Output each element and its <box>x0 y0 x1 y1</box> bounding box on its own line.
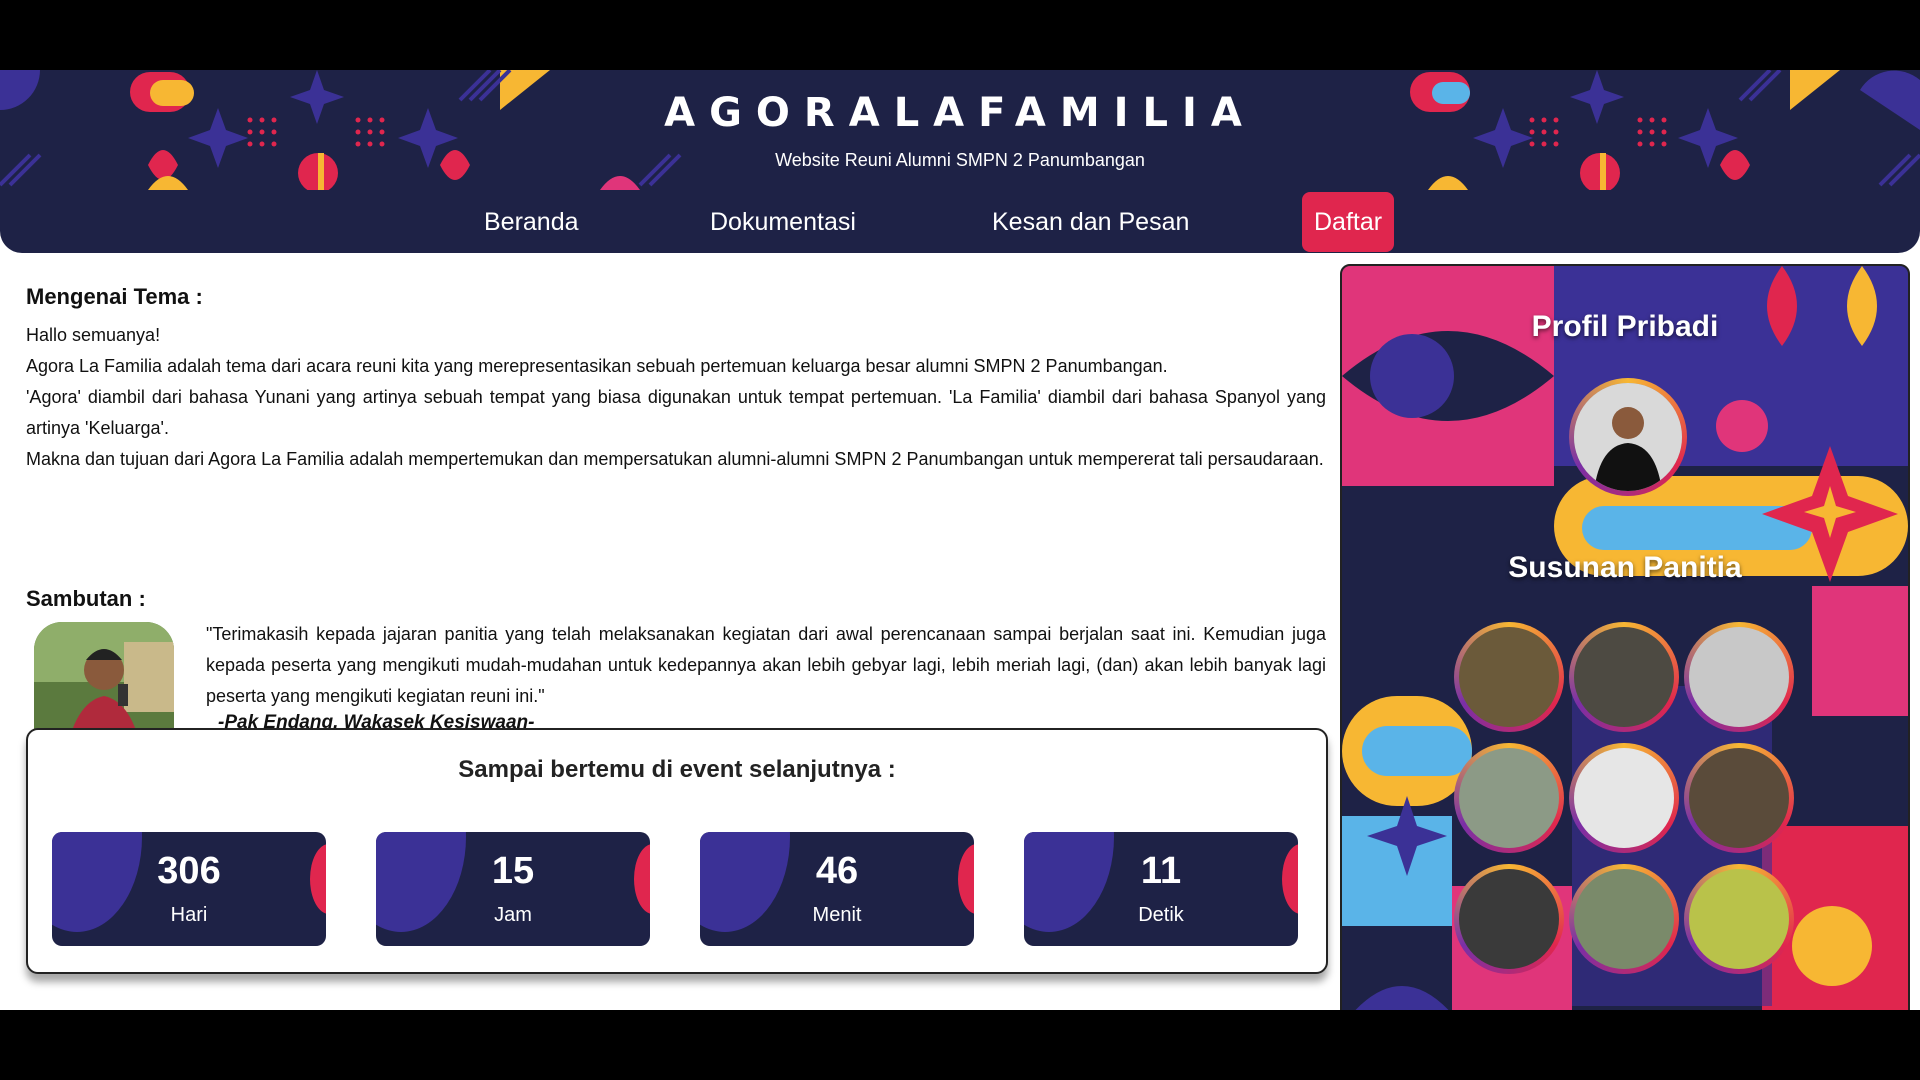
sambutan-quote: "Terimakasih kepada jajaran panitia yang… <box>206 624 1326 706</box>
sambutan-heading: Sambutan : <box>26 586 146 611</box>
countdown-days-value: 306 <box>157 850 221 892</box>
tema-heading: Mengenai Tema : <box>26 284 203 309</box>
nav-kesan-dan-pesan[interactable]: Kesan dan Pesan <box>980 202 1201 242</box>
countdown-hours: 15 Jam <box>376 832 650 946</box>
countdown-hours-label: Jam <box>494 904 532 926</box>
profile-avatar[interactable] <box>1569 378 1687 496</box>
site-header: AGORALAFAMILIA Website Reuni Alumni SMPN… <box>0 70 1920 190</box>
committee-avatar[interactable] <box>1569 622 1679 732</box>
committee-avatar[interactable] <box>1454 622 1564 732</box>
countdown-title: Sampai bertemu di event selanjutnya : <box>458 756 896 783</box>
countdown-minutes-value: 46 <box>815 850 859 892</box>
susunan-panitia-title: Susunan Panitia <box>1508 551 1742 584</box>
countdown-seconds-value: 11 <box>1140 850 1182 892</box>
page: AGORALAFAMILIA Website Reuni Alumni SMPN… <box>0 70 1920 1010</box>
tema-line: Hallo semuanya! <box>26 325 161 345</box>
site-brand: AGORALAFAMILIA <box>664 90 1256 136</box>
countdown-seconds: 11 Detik <box>1024 832 1298 946</box>
committee-avatar[interactable] <box>1569 864 1679 974</box>
committee-avatar[interactable] <box>1569 743 1679 853</box>
profile-panel: Profil Pribadi Susunan Panitia <box>1340 264 1910 1010</box>
countdown-card: Sampai bertemu di event selanjutnya : 30… <box>26 728 1328 974</box>
countdown-seconds-label: Detik <box>1138 904 1184 926</box>
profile-photo <box>1574 383 1682 491</box>
tema-line: Agora La Familia adalah tema dari acara … <box>26 356 1168 376</box>
tema-line: 'Agora' diambil dari bahasa Yunani yang … <box>26 387 1326 438</box>
countdown-minutes-label: Menit <box>812 904 862 926</box>
nav-daftar-button[interactable]: Daftar <box>1302 192 1395 252</box>
committee-avatar[interactable] <box>1684 743 1794 853</box>
committee-avatar[interactable] <box>1684 622 1794 732</box>
committee-avatar[interactable] <box>1454 864 1564 974</box>
committee-avatar[interactable] <box>1684 864 1794 974</box>
tema-line: Makna dan tujuan dari Agora La Familia a… <box>26 449 1324 469</box>
countdown-hours-value: 15 <box>491 850 535 892</box>
countdown-days: 306 Hari <box>52 832 326 946</box>
site-tagline: Website Reuni Alumni SMPN 2 Panumbangan <box>775 150 1145 170</box>
countdown-minutes: 46 Menit <box>700 832 974 946</box>
nav-beranda[interactable]: Beranda <box>472 202 591 242</box>
countdown-days-label: Hari <box>170 904 208 926</box>
committee-avatar[interactable] <box>1454 743 1564 853</box>
profil-pribadi-title: Profil Pribadi <box>1531 310 1719 343</box>
main-nav: Beranda Dokumentasi Kesan dan Pesan Daft… <box>0 190 1920 253</box>
nav-dokumentasi[interactable]: Dokumentasi <box>698 202 868 242</box>
